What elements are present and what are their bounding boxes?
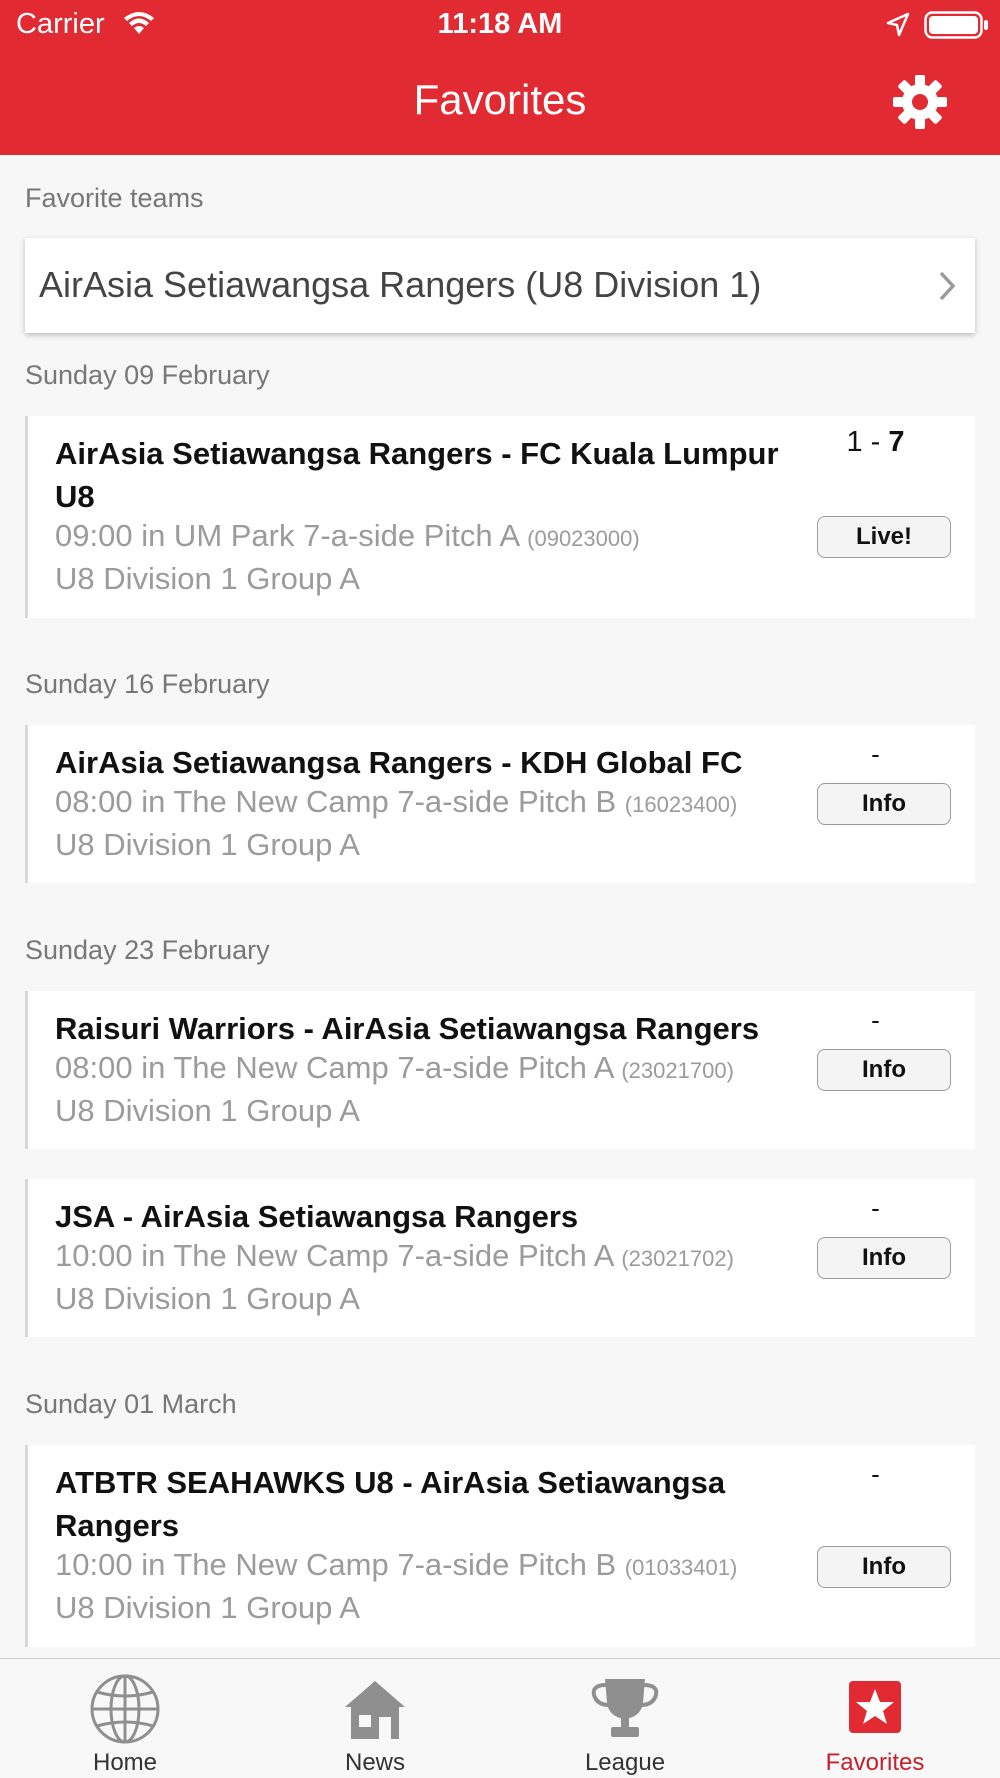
match-time-place: 10:00 in The New Camp 7-a-side Pitch B (… bbox=[55, 1547, 738, 1582]
tab-home[interactable]: Home bbox=[0, 1659, 250, 1778]
info-button[interactable]: Info bbox=[817, 1546, 951, 1588]
tab-league[interactable]: League bbox=[500, 1659, 750, 1778]
date-header: Sunday 16 February bbox=[25, 669, 270, 699]
match-card[interactable]: JSA - AirAsia Setiawangsa Rangers 10:00 … bbox=[25, 1179, 975, 1337]
match-card[interactable]: AirAsia Setiawangsa Rangers - KDH Global… bbox=[25, 725, 975, 883]
tab-label: League bbox=[584, 1749, 666, 1776]
match-code: (09023000) bbox=[527, 526, 640, 551]
match-time-place: 08:00 in The New Camp 7-a-side Pitch B (… bbox=[55, 784, 738, 819]
page-title: Favorites bbox=[413, 76, 587, 123]
star-icon bbox=[849, 1681, 901, 1733]
tab-label: Favorites bbox=[825, 1749, 925, 1776]
match-card[interactable]: AirAsia Setiawangsa Rangers - FC Kuala L… bbox=[25, 416, 975, 618]
match-group: U8 Division 1 Group A bbox=[55, 827, 360, 862]
date-header: Sunday 23 February bbox=[25, 935, 270, 965]
match-group: U8 Division 1 Group A bbox=[55, 1590, 360, 1625]
match-code: (23021702) bbox=[621, 1246, 734, 1271]
match-group: U8 Division 1 Group A bbox=[55, 1093, 360, 1128]
match-title: AirAsia Setiawangsa Rangers - FC Kuala L… bbox=[55, 436, 779, 514]
info-button[interactable]: Info bbox=[817, 783, 951, 825]
status-bar: Carrier 11:18 AM bbox=[0, 0, 1000, 50]
chevron-right-icon bbox=[939, 271, 956, 301]
match-score: - bbox=[871, 1459, 880, 1489]
match-code: (23021700) bbox=[621, 1058, 734, 1083]
trophy-icon bbox=[591, 1679, 659, 1737]
match-time-place: 09:00 in UM Park 7-a-side Pitch A (09023… bbox=[55, 518, 640, 553]
favorite-team-row[interactable]: AirAsia Setiawangsa Rangers (U8 Division… bbox=[25, 238, 975, 333]
match-score: - bbox=[871, 739, 880, 769]
date-header: Sunday 09 February bbox=[25, 360, 270, 390]
match-title: JSA - AirAsia Setiawangsa Rangers bbox=[55, 1199, 579, 1234]
match-title: ATBTR SEAHAWKS U8 - AirAsia Setiawangsa … bbox=[55, 1465, 726, 1543]
tab-label: Home bbox=[92, 1749, 158, 1776]
match-title: Raisuri Warriors - AirAsia Setiawangsa R… bbox=[55, 1011, 760, 1046]
match-group: U8 Division 1 Group A bbox=[55, 1281, 360, 1316]
navigation-header: Carrier 11:18 AM Favorites bbox=[0, 0, 1000, 155]
house-icon bbox=[345, 1681, 405, 1739]
match-card[interactable]: ATBTR SEAHAWKS U8 - AirAsia Setiawangsa … bbox=[25, 1445, 975, 1647]
match-score: - bbox=[871, 1193, 880, 1223]
info-button[interactable]: Info bbox=[817, 1049, 951, 1091]
match-score: - bbox=[871, 1005, 880, 1035]
location-arrow-icon bbox=[886, 12, 910, 37]
match-score: 1 - 7 bbox=[846, 426, 905, 458]
match-group: U8 Division 1 Group A bbox=[55, 561, 360, 596]
tab-label: News bbox=[344, 1749, 405, 1776]
match-time-place: 08:00 in The New Camp 7-a-side Pitch A (… bbox=[55, 1050, 734, 1085]
live-button[interactable]: Live! bbox=[817, 516, 951, 558]
tab-bar: Home News League Favorites bbox=[0, 1658, 1000, 1778]
date-header: Sunday 01 March bbox=[25, 1389, 237, 1419]
match-card[interactable]: Raisuri Warriors - AirAsia Setiawangsa R… bbox=[25, 991, 975, 1149]
match-code: (01033401) bbox=[624, 1555, 738, 1580]
tab-favorites[interactable]: Favorites bbox=[750, 1659, 1000, 1778]
globe-icon bbox=[90, 1674, 160, 1744]
clock: 11:18 AM bbox=[437, 8, 563, 40]
settings-gear-icon[interactable] bbox=[892, 74, 948, 130]
info-button[interactable]: Info bbox=[817, 1237, 951, 1279]
favorite-team-name: AirAsia Setiawangsa Rangers (U8 Division… bbox=[39, 264, 762, 305]
battery-icon bbox=[924, 11, 988, 39]
favorite-teams-heading: Favorite teams bbox=[25, 183, 204, 213]
match-time-place: 10:00 in The New Camp 7-a-side Pitch A (… bbox=[55, 1238, 734, 1273]
match-title: AirAsia Setiawangsa Rangers - KDH Global… bbox=[55, 745, 743, 780]
tab-news[interactable]: News bbox=[250, 1659, 500, 1778]
match-code: (16023400) bbox=[624, 792, 738, 817]
